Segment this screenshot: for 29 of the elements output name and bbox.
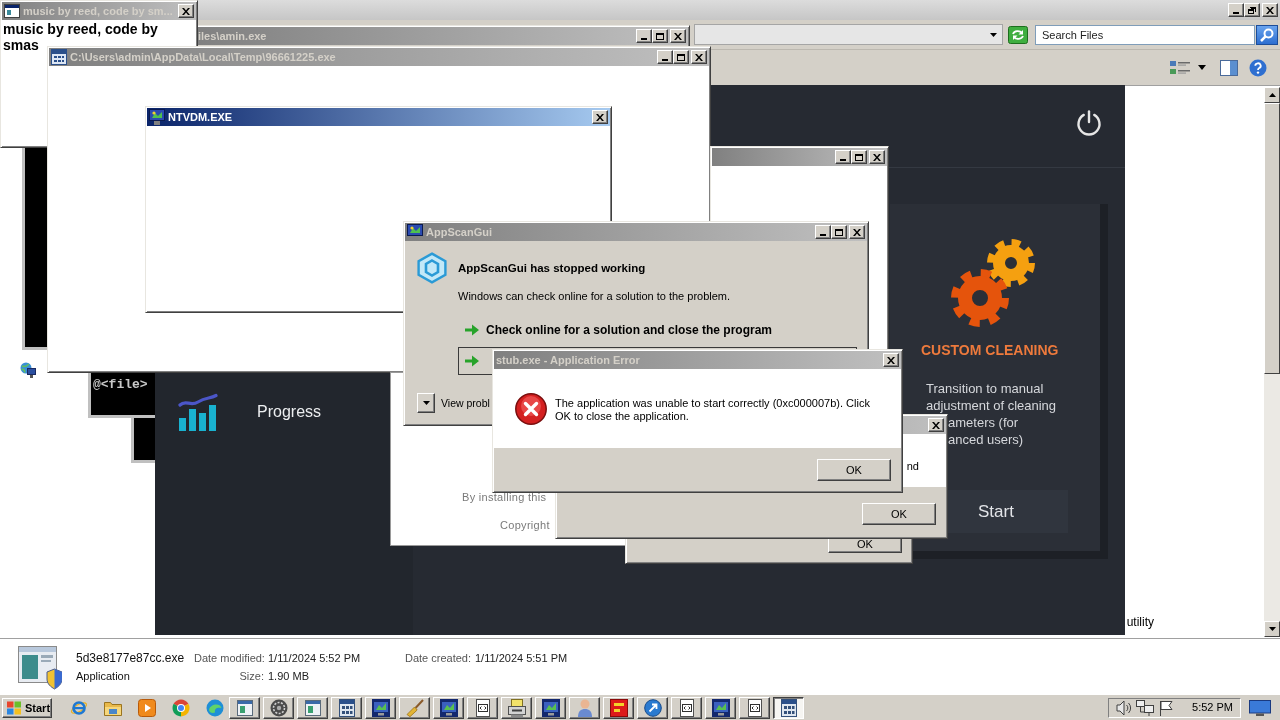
property-value: 1/11/2024 5:51 PM — [475, 650, 568, 666]
window-title: AppScanGui — [426, 225, 492, 239]
clock: 5:52 PM — [1192, 701, 1233, 714]
console-text: @<file> — [93, 378, 148, 391]
file-name: 5d3e8177e87cc.exe — [76, 649, 186, 667]
window-title: iles\amin.exe — [198, 29, 267, 43]
property-label: Date created: — [404, 650, 471, 666]
card-description-line: ameters (for — [948, 414, 1019, 431]
dialog-text: nd — [906, 460, 919, 473]
dialog-message: The application was unable to start correctly (0xc000007b). Click OK to close the application. — [555, 397, 871, 423]
window-title: C:\Users\admin\AppData\Local\Temp\96661225.exe — [70, 50, 336, 64]
installer-text: By installing this — [462, 490, 547, 504]
property-value: 1/11/2024 5:52 PM — [268, 650, 362, 666]
card-description-line: anced users) — [948, 431, 1024, 448]
dialog-message: Windows can check online for a solution to the problem. — [458, 289, 731, 304]
file-type: Application — [76, 668, 131, 684]
property-value: 1.90 MB — [268, 668, 310, 684]
window-text: music by reed, code by — [3, 21, 158, 37]
window-title: stub.exe - Application Error — [496, 353, 640, 367]
dialog-heading: AppScanGui has stopped working — [458, 261, 646, 276]
file-list-cell: utility — [1126, 615, 1154, 629]
card-description-line: adjustment of cleaning — [926, 397, 1057, 414]
window-text: smas — [3, 37, 39, 53]
card-description-line: Transition to manual — [926, 380, 1044, 397]
window-title: NTVDM.EXE — [168, 110, 233, 124]
card-title: CUSTOM CLEANING — [921, 342, 1059, 358]
property-label: Size: — [238, 668, 264, 684]
property-label: Date modified: — [194, 650, 264, 666]
installer-text: Copyright — [500, 518, 550, 532]
